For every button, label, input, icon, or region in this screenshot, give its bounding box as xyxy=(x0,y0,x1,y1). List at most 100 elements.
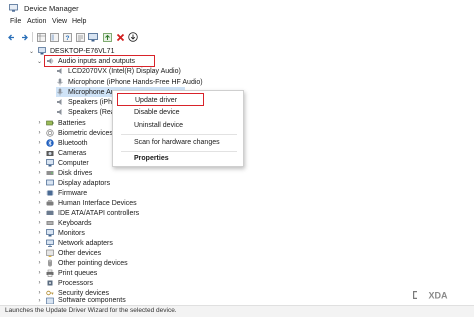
collapse-chevron-icon[interactable]: ⌄ xyxy=(36,56,43,66)
expand-chevron-icon[interactable]: › xyxy=(36,188,43,198)
update-driver-icon[interactable] xyxy=(102,32,112,42)
audio-category-highlight xyxy=(44,55,155,67)
expand-chevron-icon[interactable]: › xyxy=(36,148,43,158)
expand-chevron-icon[interactable]: › xyxy=(36,297,43,304)
expand-chevron-icon[interactable]: › xyxy=(36,198,43,208)
tree-category-computer[interactable]: › Computer xyxy=(36,158,89,168)
tree-device-row-selected[interactable]: Microphone Ar xyxy=(56,87,113,97)
tree-category-bluetooth[interactable]: › Bluetooth xyxy=(36,138,88,148)
printer-icon xyxy=(46,269,54,277)
tree-device-label: Microphone Ar xyxy=(68,88,114,96)
tree-category-network[interactable]: › Network adapters xyxy=(36,238,113,248)
tree-category-batteries[interactable]: › Batteries xyxy=(36,118,86,128)
xda-watermark: XDA xyxy=(410,289,460,301)
collapse-chevron-icon[interactable]: ⌄ xyxy=(28,46,35,56)
expand-chevron-icon[interactable]: › xyxy=(36,238,43,248)
tree-device-row[interactable]: LCD2070VX (Intel(R) Display Audio) xyxy=(56,66,181,76)
bluetooth-icon xyxy=(46,139,54,147)
microphone-icon xyxy=(57,88,63,96)
security-key-icon xyxy=(46,290,54,296)
expand-chevron-icon[interactable]: › xyxy=(36,178,43,188)
context-uninstall-device[interactable]: Uninstall device xyxy=(134,122,183,129)
tree-category-pointing[interactable]: › Other pointing devices xyxy=(36,258,128,268)
menu-action[interactable]: Action xyxy=(27,18,46,25)
tree-category-firmware[interactable]: › Firmware xyxy=(36,188,88,198)
context-disable-device[interactable]: Disable device xyxy=(134,109,180,116)
expand-chevron-icon[interactable]: › xyxy=(36,168,43,178)
help-icon[interactable]: ? xyxy=(62,32,72,42)
tree-category-biometric[interactable]: › Biometric devices xyxy=(36,128,113,138)
tree-device-row[interactable]: Speakers (iPh xyxy=(56,97,112,107)
tree-category-label: Firmware xyxy=(58,189,88,197)
expand-chevron-icon[interactable]: › xyxy=(36,158,43,168)
tree-category-label: Monitors xyxy=(58,229,85,237)
context-scan-hardware[interactable]: Scan for hardware changes xyxy=(134,139,220,146)
tree-root-label: DESKTOP-E76VL71 xyxy=(50,47,115,55)
tree-category-cameras[interactable]: › Cameras xyxy=(36,148,87,158)
status-text: Launches the Update Driver Wizard for th… xyxy=(5,307,177,314)
tree-category-label: Display adaptors xyxy=(58,179,111,187)
expand-chevron-icon[interactable]: › xyxy=(36,268,43,278)
tree-category-label: Human Interface Devices xyxy=(58,199,137,207)
fingerprint-icon xyxy=(46,129,54,137)
tree-category-disk-drives[interactable]: › Disk drives xyxy=(36,168,93,178)
computer-icon xyxy=(46,159,54,167)
tree-category-hid[interactable]: › Human Interface Devices xyxy=(36,198,137,208)
software-component-icon xyxy=(46,297,54,304)
tree-category-display-adaptors[interactable]: › Display adaptors xyxy=(36,178,111,188)
tree-category-processors[interactable]: › Processors xyxy=(36,278,94,288)
tree-category-monitors[interactable]: › Monitors xyxy=(36,228,85,238)
tree-category-label: Other pointing devices xyxy=(58,259,128,267)
menu-view[interactable]: View xyxy=(52,18,67,25)
forward-arrow-icon[interactable] xyxy=(19,32,29,42)
tree-category-ide[interactable]: › IDE ATA/ATAPI controllers xyxy=(36,208,140,218)
firmware-chip-icon xyxy=(46,190,54,196)
monitor-icon xyxy=(46,229,54,237)
expand-chevron-icon[interactable]: › xyxy=(36,208,43,218)
tree-category-label: Other devices xyxy=(58,249,102,257)
mouse-icon xyxy=(48,259,52,267)
controller-icon xyxy=(46,210,54,215)
monitor-icon[interactable] xyxy=(88,32,98,42)
speaker-icon xyxy=(57,109,62,115)
expand-chevron-icon[interactable]: › xyxy=(36,228,43,238)
expand-chevron-icon[interactable]: › xyxy=(36,278,43,288)
disk-drive-icon xyxy=(46,171,54,175)
menu-file[interactable]: File xyxy=(10,18,21,25)
tree-category-software[interactable]: › Software components xyxy=(36,297,126,304)
speaker-icon xyxy=(57,68,62,74)
toolbar-separator xyxy=(32,32,33,42)
device-properties-icon[interactable] xyxy=(75,32,85,42)
uninstall-x-icon[interactable] xyxy=(115,32,125,42)
speaker-icon xyxy=(57,99,62,105)
camera-icon xyxy=(46,151,54,156)
expand-chevron-icon[interactable]: › xyxy=(36,128,43,138)
tree-category-label: Batteries xyxy=(58,119,86,127)
tree-category-other-devices[interactable]: › Other devices xyxy=(36,248,101,258)
expand-chevron-icon[interactable]: › xyxy=(36,258,43,268)
title-bar: Device Manager xyxy=(0,0,474,16)
scan-download-icon[interactable] xyxy=(128,32,138,42)
expand-chevron-icon[interactable]: › xyxy=(36,138,43,148)
tree-device-row[interactable]: Microphone (iPhone Hands-Free HF Audio) xyxy=(56,77,203,87)
context-separator xyxy=(121,151,237,152)
hid-icon xyxy=(46,200,54,206)
tree-device-label: Microphone (iPhone Hands-Free HF Audio) xyxy=(68,78,203,86)
context-properties[interactable]: Properties xyxy=(134,155,169,162)
console-tree-icon[interactable] xyxy=(49,32,59,42)
expand-chevron-icon[interactable]: › xyxy=(36,218,43,228)
properties-grid-icon[interactable] xyxy=(36,32,46,42)
tree-device-label: Speakers (iPh xyxy=(68,98,112,106)
other-devices-icon xyxy=(46,249,54,257)
expand-chevron-icon[interactable]: › xyxy=(36,248,43,258)
battery-icon xyxy=(46,120,54,126)
tree-category-print-queues[interactable]: › Print queues xyxy=(36,268,97,278)
expand-chevron-icon[interactable]: › xyxy=(36,118,43,128)
display-adapter-icon xyxy=(46,179,54,186)
tree-category-label: IDE ATA/ATAPI controllers xyxy=(58,209,140,217)
menu-help[interactable]: Help xyxy=(72,18,86,25)
status-bar: Launches the Update Driver Wizard for th… xyxy=(0,305,474,317)
toolbar: ? xyxy=(0,29,474,44)
tree-category-keyboards[interactable]: › Keyboards xyxy=(36,218,92,228)
back-arrow-icon[interactable] xyxy=(6,32,16,42)
